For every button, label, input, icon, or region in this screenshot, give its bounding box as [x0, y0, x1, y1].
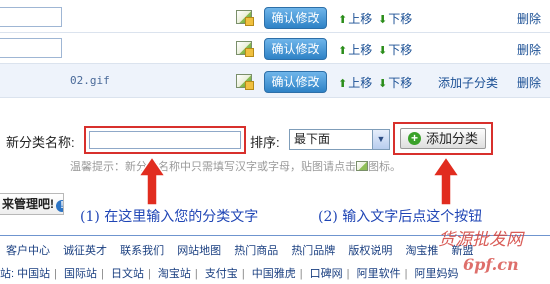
plus-icon: + — [408, 132, 421, 145]
add-category-button[interactable]: + 添加分类 — [400, 128, 486, 149]
move-down-label: 下移 — [388, 12, 413, 26]
friend-link[interactable]: 阿里软件 — [357, 268, 401, 280]
move-up-label: 上移 — [348, 76, 373, 90]
add-subcategory-link[interactable]: 添加子分类 — [438, 74, 498, 91]
friend-link[interactable]: 阿里妈妈 — [415, 268, 459, 280]
friend-link[interactable]: 日文站 — [111, 268, 144, 280]
footer-link[interactable]: 热门商品 — [234, 245, 278, 257]
confirm-edit-button[interactable]: 确认修改 — [264, 71, 327, 93]
separator: | — [54, 268, 57, 280]
tip-badge: 来管理吧!! — [0, 193, 64, 215]
move-down-label: 下移 — [388, 76, 413, 90]
footer-link[interactable]: 诚征英才 — [63, 245, 107, 257]
separator: | — [241, 268, 245, 280]
friend-link[interactable]: 支付宝 — [205, 268, 238, 280]
tip-text: 来管理吧! — [2, 197, 54, 211]
footer-link[interactable]: 热门品牌 — [291, 245, 335, 257]
category-row: 确认修改 ⬆上移 ⬇下移 删除 — [0, 2, 550, 33]
hint-suffix: 图标。 — [368, 161, 401, 173]
move-down-label: 下移 — [388, 43, 413, 57]
move-up-label: 上移 — [348, 12, 373, 26]
order-selected-value: 最下面 — [294, 132, 331, 146]
chevron-down-icon[interactable]: ▼ — [372, 130, 389, 149]
button-highlight-frame: + 添加分类 — [393, 122, 493, 155]
footer-link[interactable]: 客户中心 — [6, 245, 50, 257]
footer-link[interactable]: 版权说明 — [348, 245, 392, 257]
arrow-down-icon: ⬇ — [378, 14, 388, 26]
new-category-input[interactable] — [89, 131, 241, 149]
footer-link[interactable]: 联系我们 — [120, 245, 164, 257]
category-name-field[interactable] — [0, 7, 62, 27]
confirm-edit-button[interactable]: 确认修改 — [264, 7, 327, 29]
separator: | — [404, 268, 408, 280]
arrow-up-icon: ⬆ — [338, 45, 348, 57]
move-down-link[interactable]: ⬇下移 — [378, 10, 412, 27]
friend-link[interactable]: 中国雅虎 — [252, 268, 296, 280]
separator: | — [101, 268, 104, 280]
category-row: 确认修改 ⬆上移 ⬇下移 删除 — [0, 33, 550, 64]
category-row: 02.gif 确认修改 ⬆上移 ⬇下移 添加子分类 删除 — [0, 64, 550, 98]
add-category-label: 添加分类 — [426, 131, 479, 146]
footer-links: 客户中心 诚征英才 联系我们 网站地图 热门商品 热门品牌 版权说明 淘宝推 新… — [6, 242, 484, 258]
order-select[interactable]: 最下面 ▼ — [289, 129, 390, 150]
delete-link[interactable]: 删除 — [517, 74, 541, 91]
watermark-url: 6pf.cn — [463, 255, 519, 274]
footer-link[interactable]: 淘宝推 — [405, 245, 438, 257]
arrow-up-icon: ⬆ — [338, 78, 348, 90]
confirm-edit-button[interactable]: 确认修改 — [264, 38, 327, 60]
separator: | — [299, 268, 303, 280]
delete-link[interactable]: 删除 — [517, 10, 541, 27]
friend-link[interactable]: 中国站 — [17, 268, 50, 280]
move-up-link[interactable]: ⬆上移 — [338, 41, 372, 58]
arrow-up-icon: ⬆ — [338, 14, 348, 26]
separator: | — [147, 268, 151, 280]
input-highlight-frame — [84, 126, 246, 154]
caption-step-2: (2) 输入文字后点这个按钮 — [318, 209, 483, 225]
caption-step-1: (1) 在这里输入您的分类文字 — [80, 209, 259, 225]
separator: | — [346, 268, 350, 280]
friend-prefix: 站: — [0, 268, 15, 280]
image-icon — [356, 161, 368, 171]
friend-link[interactable]: 淘宝站 — [158, 268, 191, 280]
info-icon: ! — [56, 200, 63, 212]
watermark-text: 货源批发网 — [438, 230, 523, 250]
hint-text: 温馨提示：新分类名称中只需填写汉字或字母，贴图请点击 图标。 — [70, 158, 401, 174]
move-up-link[interactable]: ⬆上移 — [338, 74, 372, 91]
move-up-label: 上移 — [348, 43, 373, 57]
arrow-down-icon: ⬇ — [378, 45, 388, 57]
category-name-field[interactable] — [0, 38, 62, 58]
delete-link[interactable]: 删除 — [517, 41, 541, 58]
image-filename: 02.gif — [70, 74, 110, 87]
new-category-label: 新分类名称: — [6, 135, 75, 150]
footer-link[interactable]: 网站地图 — [177, 245, 221, 257]
arrow-down-icon: ⬇ — [378, 78, 388, 90]
friend-link[interactable]: 口碑网 — [310, 268, 343, 280]
arrow-up-annotation-2 — [432, 156, 460, 206]
image-insert-icon[interactable] — [236, 10, 254, 26]
move-down-link[interactable]: ⬇下移 — [378, 74, 412, 91]
friend-link[interactable]: 国际站 — [64, 268, 97, 280]
new-category-form: 新分类名称: 排序: 最下面 ▼ + 添加分类 温馨提示：新分类名称中只需填写汉… — [0, 120, 550, 178]
order-label: 排序: — [250, 135, 280, 150]
image-insert-icon[interactable] — [236, 41, 254, 57]
arrow-up-annotation-1 — [138, 156, 166, 206]
move-down-link[interactable]: ⬇下移 — [378, 41, 412, 58]
hint-main: 温馨提示：新分类名称中只需填写汉字或字母，贴图请点击 — [70, 161, 356, 173]
image-insert-icon[interactable] — [236, 74, 254, 90]
separator: | — [194, 268, 198, 280]
move-up-link[interactable]: ⬆上移 — [338, 10, 372, 27]
